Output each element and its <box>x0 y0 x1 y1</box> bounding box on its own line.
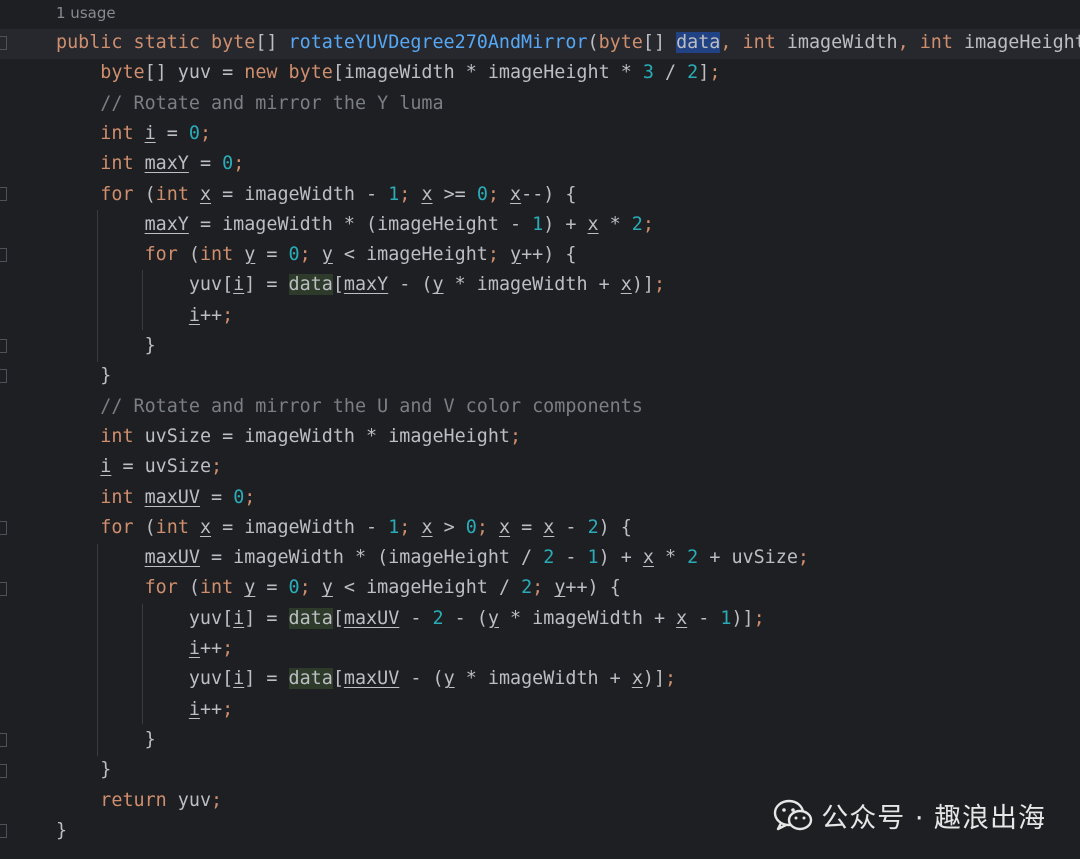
fold-marker[interactable] <box>0 764 7 778</box>
fold-marker[interactable] <box>0 369 7 383</box>
code-line[interactable]: } <box>56 361 111 391</box>
code-line[interactable]: yuv[i] = data[maxUV - 2 - (y * imageWidt… <box>56 604 765 634</box>
code-line[interactable]: for (int x = imageWidth - 1; x >= 0; x--… <box>56 180 576 210</box>
code-editor[interactable]: 1 usage public static byte[] rotateYUVDe… <box>0 0 1080 859</box>
code-line[interactable]: i = uvSize; <box>56 452 222 482</box>
code-line[interactable]: for (int y = 0; y < imageHeight / 2; y++… <box>56 573 621 603</box>
code-line[interactable]: return yuv; <box>56 786 222 816</box>
code-line[interactable]: int maxUV = 0; <box>56 483 255 513</box>
fold-marker[interactable] <box>0 733 7 747</box>
code-line[interactable]: maxUV = imageWidth * (imageHeight / 2 - … <box>56 543 809 573</box>
code-line[interactable]: } <box>56 755 111 785</box>
fold-marker[interactable] <box>0 36 7 50</box>
gutter <box>0 0 10 859</box>
fold-marker[interactable] <box>0 521 7 535</box>
fold-marker[interactable] <box>0 248 7 262</box>
code-line[interactable]: // Rotate and mirror the U and V color c… <box>56 392 643 422</box>
code-line[interactable]: int i = 0; <box>56 119 211 149</box>
wechat-icon <box>774 799 813 830</box>
code-line[interactable]: public static byte[] rotateYUVDegree270A… <box>56 28 1080 58</box>
code-line[interactable]: } <box>56 725 156 755</box>
usage-hint[interactable]: 1 usage <box>56 4 116 22</box>
fold-marker[interactable] <box>0 339 7 353</box>
code-line[interactable]: byte[] yuv = new byte[imageWidth * image… <box>56 58 720 88</box>
code-line[interactable]: yuv[i] = data[maxUV - (y * imageWidth + … <box>56 664 676 694</box>
code-line[interactable]: // Rotate and mirror the Y luma <box>56 89 443 119</box>
code-line[interactable]: i++; <box>56 695 233 725</box>
fold-marker[interactable] <box>0 582 7 596</box>
code-line[interactable]: i++; <box>56 301 233 331</box>
code-line[interactable]: int uvSize = imageWidth * imageHeight; <box>56 422 521 452</box>
fold-marker[interactable] <box>0 187 7 201</box>
code-line[interactable]: i++; <box>56 634 233 664</box>
watermark-text: 公众号 · 趣浪出海 <box>821 803 1046 834</box>
code-line[interactable]: } <box>56 816 67 846</box>
code-line[interactable]: for (int x = imageWidth - 1; x > 0; x = … <box>56 513 632 543</box>
code-line[interactable]: } <box>56 331 156 361</box>
code-line[interactable]: for (int y = 0; y < imageHeight; y++) { <box>56 240 577 270</box>
code-line[interactable]: maxY = imageWidth * (imageHeight - 1) + … <box>56 210 654 240</box>
code-line[interactable]: int maxY = 0; <box>56 149 244 179</box>
code-line[interactable]: yuv[i] = data[maxY - (y * imageWidth + x… <box>56 270 665 300</box>
fold-marker[interactable] <box>0 824 7 838</box>
watermark: 公众号 · 趣浪出海 <box>773 796 1046 835</box>
